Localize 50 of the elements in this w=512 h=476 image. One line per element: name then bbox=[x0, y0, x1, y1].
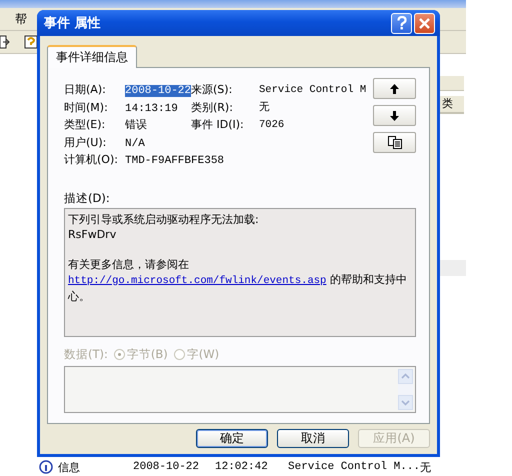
export-icon[interactable] bbox=[0, 34, 10, 50]
up-arrow-icon bbox=[390, 84, 399, 94]
table-cell: 12:02:42 bbox=[215, 461, 268, 473]
field-label: 日期(A): bbox=[64, 82, 107, 98]
tab[interactable]: 事件详细信息 bbox=[47, 45, 137, 68]
next-button[interactable] bbox=[373, 105, 416, 126]
description-text: 有关更多信息，请参阅在 bbox=[68, 256, 190, 272]
field-value: 错误 bbox=[125, 120, 147, 132]
field-label: 事件 ID(I): bbox=[191, 117, 245, 132]
table-cell: 2008-10-22 bbox=[133, 461, 200, 473]
previous-button[interactable] bbox=[373, 78, 416, 99]
description-text: RsFwDrv bbox=[68, 226, 118, 242]
field-value: N/A bbox=[125, 138, 145, 150]
help-button[interactable] bbox=[391, 12, 412, 34]
help-link[interactable]: http://go.microsoft.com/fwlink/events.asp bbox=[68, 274, 326, 286]
table-cell: 无 bbox=[420, 460, 431, 474]
description-text: 下列引导或系统启动驱动程序无法加载: bbox=[68, 212, 260, 226]
section-label: 数据(T): bbox=[64, 346, 108, 362]
field-value: 无 bbox=[259, 100, 270, 114]
field-label: 时间(M): bbox=[64, 100, 109, 115]
row-highlight bbox=[440, 260, 466, 276]
close-icon bbox=[419, 18, 430, 28]
table-cell: 信息 bbox=[58, 460, 80, 474]
field-value: TMD-F9AFFBFE358 bbox=[125, 155, 224, 168]
chevron-down-icon bbox=[401, 400, 410, 406]
table-cell: Service Control M... bbox=[288, 461, 420, 473]
down-arrow-icon bbox=[390, 110, 399, 120]
field-value: 14:13:19 bbox=[125, 102, 178, 115]
question-icon bbox=[396, 16, 406, 30]
section-label: 描述(D): bbox=[64, 190, 111, 206]
field-value: 7026 bbox=[259, 118, 284, 131]
description-box[interactable]: 下列引导或系统启动驱动程序无法加载: RsFwDrv 有关更多信息，请参阅在 http://go.microsoft.com/fwlink/events.asp 的帮助和支持中心。 bbox=[64, 208, 416, 337]
help-icon[interactable] bbox=[24, 34, 40, 50]
field-label: 类型(E): bbox=[64, 117, 106, 132]
field-label: 计算机(O): bbox=[64, 152, 119, 168]
dialog-button[interactable]: 确定 bbox=[196, 429, 268, 448]
copy-icon bbox=[388, 136, 402, 149]
field-label: 用户(U): bbox=[64, 134, 108, 150]
column-header[interactable]: 类 bbox=[440, 96, 464, 114]
chevron-up-icon bbox=[401, 373, 410, 380]
field-value: Service Control M bbox=[259, 84, 366, 96]
dialog-button[interactable]: 取消 bbox=[277, 429, 349, 448]
field-value: 2008-10-22 bbox=[125, 85, 192, 98]
menu-item[interactable]: 帮 bbox=[15, 10, 27, 28]
window-title: 事件 属性 bbox=[44, 15, 101, 32]
close-button[interactable] bbox=[414, 12, 435, 34]
copy-button[interactable] bbox=[373, 132, 416, 153]
description-text: http://go.microsoft.com/fwlink/events.asp 的帮助和支持中心。 bbox=[68, 272, 408, 304]
field-label: 类别(R): bbox=[191, 100, 234, 115]
field-label: 来源(S): bbox=[191, 82, 234, 98]
